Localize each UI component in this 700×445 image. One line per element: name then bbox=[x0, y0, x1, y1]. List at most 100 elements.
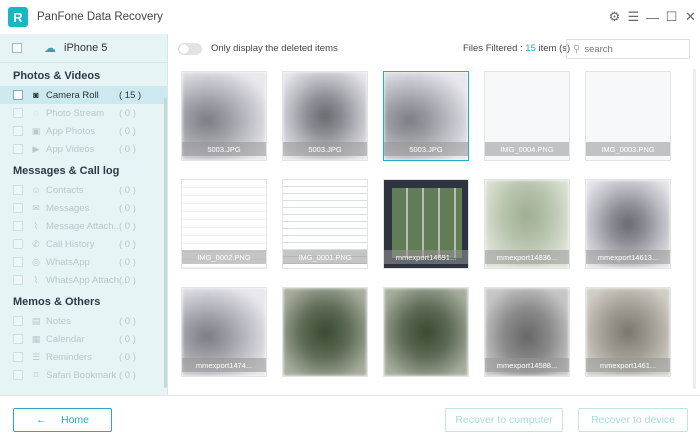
gear-icon[interactable]: ⚙ bbox=[605, 7, 624, 27]
photo-thumbnail[interactable]: IMG_0001.PNG bbox=[282, 179, 368, 269]
checkbox[interactable] bbox=[13, 221, 23, 231]
photo-thumbnail[interactable]: IMG_0004.PNG bbox=[484, 71, 570, 161]
photo-thumbnail[interactable] bbox=[383, 287, 469, 377]
message-icon: ✉ bbox=[32, 202, 40, 213]
sidebar-item-app-photos[interactable]: ▣ App Photos ( 0 ) bbox=[0, 122, 167, 140]
checkbox[interactable] bbox=[13, 370, 23, 380]
checkbox[interactable] bbox=[13, 144, 23, 154]
thumbnail-tiles bbox=[392, 188, 462, 258]
thumbnail-filename: mmexport14836... bbox=[485, 250, 569, 264]
checkbox[interactable] bbox=[13, 334, 23, 344]
sidebar-item-notes[interactable]: ▤ Notes ( 0 ) bbox=[0, 312, 167, 330]
thumbnail-image bbox=[384, 288, 468, 376]
filter-bar: Only display the deleted items Files Fil… bbox=[168, 34, 700, 63]
photo-thumbnail[interactable]: mmexport14613... bbox=[585, 179, 671, 269]
sidebar-item-contacts[interactable]: ☺ Contacts ( 0 ) bbox=[0, 181, 167, 199]
video-icon: ▶ bbox=[32, 143, 40, 154]
window-controls: ⚙ ☰ — ☐ ✕ bbox=[605, 0, 700, 34]
photo-thumbnail[interactable]: mmexport1474... bbox=[181, 287, 267, 377]
thumbnail-filename: IMG_0004.PNG bbox=[485, 142, 569, 156]
sidebar-item-camera-roll[interactable]: ◙ Camera Roll ( 15 ) bbox=[0, 86, 167, 104]
arrow-left-icon: ← bbox=[35, 414, 47, 426]
home-button[interactable]: ← Home bbox=[13, 408, 112, 432]
photo-thumbnail[interactable]: mmexport14836... bbox=[484, 179, 570, 269]
search-input[interactable] bbox=[584, 43, 681, 55]
photo-stream-icon: ◌ bbox=[33, 108, 39, 118]
recover-to-computer-button[interactable]: Recover to computer bbox=[445, 408, 563, 432]
thumbnail-filename: mmexport14691... bbox=[384, 250, 468, 264]
thumbnail-filename: 5003.JPG bbox=[182, 142, 266, 156]
photo-thumbnail[interactable]: IMG_0003.PNG bbox=[585, 71, 671, 161]
image-icon: ▣ bbox=[31, 125, 41, 136]
thumbnail-filename: mmexport14588... bbox=[485, 358, 569, 372]
thumbnail-filename: 5003.JPG bbox=[384, 142, 468, 156]
notes-icon: ▤ bbox=[31, 315, 41, 326]
photo-thumbnail[interactable]: 5003.JPG bbox=[383, 71, 469, 161]
checkbox[interactable] bbox=[13, 275, 23, 285]
thumbnail-filename: 5003.JPG bbox=[283, 142, 367, 156]
photo-thumbnail[interactable]: 5003.JPG bbox=[282, 71, 368, 161]
checkbox[interactable] bbox=[13, 257, 23, 267]
thumbnail-filename: mmexport1474... bbox=[182, 358, 266, 372]
deleted-only-toggle[interactable] bbox=[178, 42, 202, 55]
sidebar-scrollbar[interactable] bbox=[164, 98, 167, 388]
bookmark-icon: ⌑ bbox=[33, 369, 39, 380]
photo-thumbnail[interactable]: mmexport1461... bbox=[585, 287, 671, 377]
phone-icon: ✆ bbox=[32, 238, 40, 249]
sidebar-item-message-attachments[interactable]: ⌇ Message Attach... ( 0 ) bbox=[0, 217, 167, 235]
sidebar-item-whatsapp[interactable]: ◎ WhatsApp ( 0 ) bbox=[0, 253, 167, 271]
sidebar-item-whatsapp-attachments[interactable]: ⌇ WhatsApp Attach... ( 0 ) bbox=[0, 271, 167, 289]
minimize-icon[interactable]: — bbox=[643, 7, 662, 27]
checkbox[interactable] bbox=[13, 108, 23, 118]
calendar-icon: ▦ bbox=[31, 333, 41, 344]
search-box[interactable]: ⚲ bbox=[566, 39, 690, 59]
paperclip-icon: ⌇ bbox=[33, 220, 39, 231]
recover-to-device-button[interactable]: Recover to device bbox=[578, 408, 688, 432]
app-logo-icon: R bbox=[8, 7, 28, 27]
sidebar-item-calendar[interactable]: ▦ Calendar ( 0 ) bbox=[0, 330, 167, 348]
files-filtered-count: Files Filtered : 15 item (s) bbox=[463, 43, 571, 54]
checkbox[interactable] bbox=[13, 90, 23, 100]
menu-icon[interactable]: ☰ bbox=[624, 7, 643, 27]
sidebar-item-call-history[interactable]: ✆ Call History ( 0 ) bbox=[0, 235, 167, 253]
search-icon: ⚲ bbox=[573, 43, 581, 55]
reminder-icon: ☰ bbox=[31, 351, 41, 362]
photo-thumbnail[interactable]: mmexport14588... bbox=[484, 287, 570, 377]
sidebar: ☁ iPhone 5 Photos & Videos ◙ Camera Roll… bbox=[0, 34, 168, 395]
section-messages-call-log: Messages & Call log bbox=[13, 165, 120, 177]
sidebar-item-messages[interactable]: ✉ Messages ( 0 ) bbox=[0, 199, 167, 217]
camera-icon: ◙ bbox=[33, 90, 39, 100]
section-memos-others: Memos & Others bbox=[13, 296, 101, 308]
toggle-label: Only display the deleted items bbox=[211, 43, 338, 54]
sidebar-item-reminders[interactable]: ☰ Reminders ( 0 ) bbox=[0, 348, 167, 366]
thumbnail-filename: IMG_0001.PNG bbox=[283, 250, 367, 264]
app-title: PanFone Data Recovery bbox=[37, 11, 163, 23]
checkbox[interactable] bbox=[13, 239, 23, 249]
checkbox[interactable] bbox=[13, 126, 23, 136]
sidebar-item-app-videos[interactable]: ▶ App Videos ( 0 ) bbox=[0, 140, 167, 158]
section-photos-videos: Photos & Videos bbox=[13, 70, 101, 82]
thumbnail-filename: IMG_0003.PNG bbox=[586, 142, 670, 156]
paperclip-icon: ⌇ bbox=[33, 274, 39, 285]
thumbnail-filename: mmexport1461... bbox=[586, 358, 670, 372]
maximize-icon[interactable]: ☐ bbox=[662, 7, 681, 27]
thumbnail-filename: mmexport14613... bbox=[586, 250, 670, 264]
device-name: iPhone 5 bbox=[64, 42, 108, 54]
contacts-icon: ☺ bbox=[31, 185, 41, 195]
checkbox[interactable] bbox=[13, 185, 23, 195]
title-bar: R PanFone Data Recovery ⚙ ☰ — ☐ ✕ bbox=[0, 0, 700, 34]
device-row[interactable]: ☁ iPhone 5 bbox=[0, 34, 167, 63]
device-checkbox[interactable] bbox=[12, 43, 22, 53]
photo-thumbnail[interactable] bbox=[282, 287, 368, 377]
checkbox[interactable] bbox=[13, 203, 23, 213]
photo-thumbnail[interactable]: mmexport14691... bbox=[383, 179, 469, 269]
sidebar-item-photo-stream[interactable]: ◌ Photo Stream ( 0 ) bbox=[0, 104, 167, 122]
checkbox[interactable] bbox=[13, 316, 23, 326]
photo-thumbnail[interactable]: IMG_0002.PNG bbox=[181, 179, 267, 269]
grid-scrollbar[interactable] bbox=[693, 69, 696, 389]
thumbnail-grid: 5003.JPG 5003.JPG 5003.JPG IMG_0004.PNG IMG_… bbox=[168, 63, 700, 395]
checkbox[interactable] bbox=[13, 352, 23, 362]
photo-thumbnail[interactable]: 5003.JPG bbox=[181, 71, 267, 161]
close-icon[interactable]: ✕ bbox=[681, 7, 700, 27]
sidebar-item-safari-bookmark[interactable]: ⌑ Safari Bookmark ( 0 ) bbox=[0, 366, 167, 384]
